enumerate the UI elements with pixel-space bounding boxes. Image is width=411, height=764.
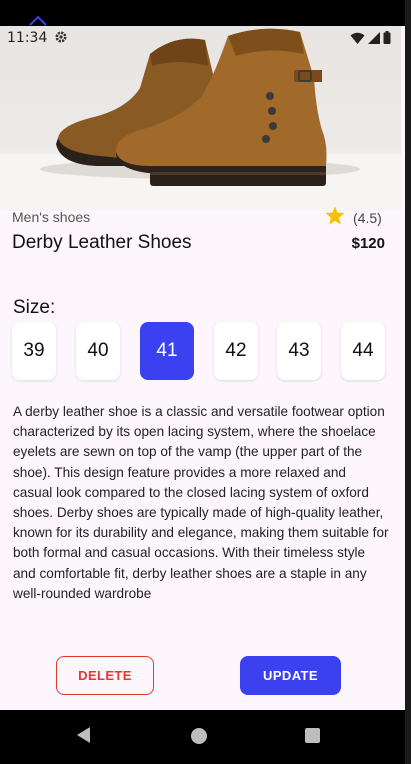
boots-illustration — [0, 28, 401, 211]
rating-value: (4.5) — [353, 210, 382, 226]
size-option-42[interactable]: 42 — [214, 322, 258, 380]
back-arrow-icon[interactable] — [28, 14, 48, 26]
recents-square-icon[interactable] — [305, 728, 320, 743]
product-rating: (4.5) — [325, 206, 382, 230]
system-nav-bar — [0, 710, 405, 764]
status-bar: 11:34 — [0, 26, 405, 50]
screen-edge — [405, 0, 411, 764]
battery-icon — [383, 31, 391, 49]
size-option-44[interactable]: 44 — [341, 322, 385, 380]
settings-icon — [54, 30, 68, 44]
delete-button[interactable]: DELETE — [56, 656, 154, 695]
product-image — [0, 26, 401, 211]
star-icon — [325, 206, 345, 230]
size-option-39[interactable]: 39 — [12, 322, 56, 380]
product-category: Men's shoes — [12, 209, 91, 225]
size-option-43[interactable]: 43 — [277, 322, 321, 380]
top-black-bar — [0, 0, 405, 26]
product-description: A derby leather shoe is a classic and ve… — [13, 404, 389, 601]
size-option-40[interactable]: 40 — [76, 322, 120, 380]
signal-icon — [368, 31, 380, 49]
size-selector: 39 40 41 42 43 44 — [12, 322, 387, 380]
app-screen: 11:34 Men's shoes (4.5) Derby Leather Sh… — [0, 0, 405, 764]
product-title: Derby Leather Shoes — [12, 232, 192, 253]
size-option-41-selected[interactable]: 41 — [140, 322, 194, 380]
wifi-icon — [350, 31, 365, 49]
home-circle-icon[interactable] — [191, 728, 207, 744]
back-triangle-icon[interactable] — [77, 727, 91, 748]
product-price: $120 — [351, 235, 385, 252]
size-label: Size: — [13, 297, 56, 318]
status-time: 11:34 — [7, 30, 48, 46]
update-button[interactable]: UPDATE — [240, 656, 341, 695]
